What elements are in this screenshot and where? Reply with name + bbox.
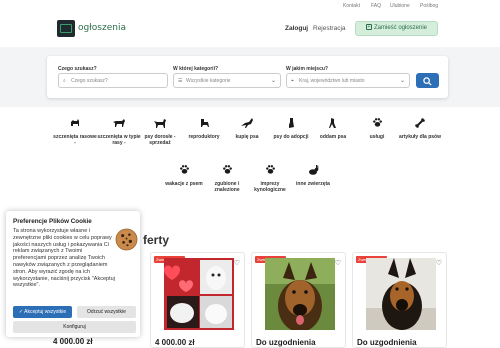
logo-icon [57, 20, 75, 37]
category-label: szczenięta rasowe - [53, 134, 97, 146]
listing-price: 4 000.00 zł [155, 338, 195, 347]
location-input[interactable]: ⌖ Kraj, województwo lub miasto ⌄ [286, 73, 410, 88]
favorites-link[interactable]: Ulubione [390, 3, 410, 9]
category-item[interactable]: usługi [355, 117, 399, 140]
category-label: inne zwierzęta [296, 181, 330, 187]
category-label: zgubione i znalezione [214, 181, 240, 193]
accept-all-label: Akceptuj wszystkie [24, 309, 67, 315]
faq-link[interactable]: FAQ [371, 3, 381, 9]
section-title: ferty [143, 233, 170, 247]
category-item[interactable]: psy dorosłe - sprzedaż [138, 117, 182, 146]
search-icon: ⌕ [63, 78, 66, 84]
listing-photo [265, 258, 335, 330]
paw-icon [248, 164, 292, 178]
dog-icon [182, 117, 226, 131]
add-listing-label: Zamieść ogłoszenie [373, 25, 428, 31]
category-item[interactable]: szczenięta w typie rasy - [97, 117, 141, 146]
accept-all-button[interactable]: ✓ Akceptuj wszystkie [13, 306, 72, 318]
category-label: W której kategorii? [173, 66, 219, 72]
site-logo[interactable]: ogłoszenia [57, 20, 126, 37]
search-icon [423, 77, 432, 86]
search-button[interactable] [416, 73, 439, 88]
list-icon: ☰ [178, 78, 183, 84]
listing-photo [366, 258, 436, 330]
search-placeholder: Czego szukasz? [71, 78, 108, 84]
category-item[interactable]: reproduktory [182, 117, 226, 140]
category-item[interactable]: artykuły dla psów [398, 117, 442, 140]
category-label: artykuły dla psów [399, 134, 441, 140]
contact-link[interactable]: Kontakt [343, 3, 360, 9]
login-link[interactable]: Zaloguj [285, 25, 308, 32]
paw-icon [355, 117, 399, 131]
chevron-down-icon: ⌄ [399, 78, 405, 84]
plus-icon: + [365, 24, 372, 31]
location-placeholder: Kraj, województwo lub miasto [299, 78, 365, 84]
dog-jump-icon [225, 117, 269, 131]
heart-icon[interactable]: ♡ [335, 259, 341, 267]
category-grid: szczenięta rasowe - szczenięta w typie r… [0, 110, 500, 210]
listing-photo [164, 258, 234, 330]
category-select[interactable]: ☰ Wszystkie kategorie ⌄ [173, 73, 281, 88]
dog-walk-icon [97, 117, 141, 131]
top-bar: Kontakt FAQ Ulubione Poślbog [0, 0, 500, 13]
heart-icon[interactable]: ♡ [436, 259, 442, 267]
listing-card[interactable]: Zweryfikowane ♡ Do uzgodnienia [251, 252, 346, 348]
category-item[interactable]: szczenięta rasowe - [53, 117, 97, 146]
chevron-down-icon: ⌄ [270, 78, 276, 84]
register-link[interactable]: Rejestracja [313, 25, 346, 32]
search-panel: Czego szukasz? ⌕ Czego szukasz? W której… [47, 56, 448, 98]
category-label: usługi [369, 134, 385, 140]
paw-icon [162, 164, 206, 178]
listing-price: Do uzgodnienia [357, 338, 417, 347]
header: ogłoszenia Zaloguj Rejestracja + Zamieść … [0, 13, 500, 47]
what-label: Czego szukasz? [58, 66, 97, 72]
cookie-icon [115, 228, 138, 251]
category-label: wakacje z psem [165, 181, 203, 187]
category-item[interactable]: kupię psa [225, 117, 269, 140]
category-item[interactable]: inne zwierzęta [291, 164, 335, 187]
dog-give-icon [311, 117, 355, 131]
category-item[interactable]: wakacje z psem [162, 164, 206, 187]
rabbit-icon [291, 164, 335, 178]
category-label: szczenięta w typie rasy - [97, 134, 141, 146]
listing-card[interactable]: Zweryfikowane ♡ 4 000.00 zł [150, 252, 245, 348]
listing-price-partial: 4 000.00 zł [53, 337, 93, 346]
paw-icon [205, 164, 249, 178]
heart-icon[interactable]: ♡ [234, 259, 240, 267]
category-label: oddam psa [319, 134, 347, 140]
cookie-consent-dialog: Preferencje Plików Cookie Ta strona wyko… [6, 211, 140, 337]
category-label: reproduktory [188, 134, 220, 140]
category-label: psy do adopcji [273, 134, 309, 140]
location-label: W jakim miejscu? [286, 66, 328, 72]
blog-link[interactable]: Poślbog [420, 3, 438, 9]
category-value: Wszystkie kategorie [186, 78, 231, 84]
listing-price: Do uzgodnienia [256, 338, 316, 347]
logo-text: ogłoszenia [78, 23, 126, 33]
dog-stand-icon [138, 117, 182, 131]
configure-button[interactable]: Konfiguruj [13, 321, 136, 333]
cookie-title: Preferencje Plików Cookie [13, 218, 92, 225]
bone-icon [398, 117, 442, 131]
dog-sit-icon [269, 117, 313, 131]
reject-all-button[interactable]: Odrzuć wszystkie [77, 306, 136, 318]
category-label: psy dorosłe - sprzedaż [144, 134, 176, 146]
category-item[interactable]: imprezy kynologiczne [248, 164, 292, 193]
category-item[interactable]: oddam psa [311, 117, 355, 140]
search-input[interactable]: ⌕ Czego szukasz? [58, 73, 168, 88]
cookie-body: Ta strona wykorzystuje własne i zewnętrz… [13, 228, 115, 289]
category-label: imprezy kynologiczne [254, 181, 286, 193]
category-label: kupię psa [235, 134, 259, 140]
puppy-icon [53, 117, 97, 131]
add-listing-button[interactable]: + Zamieść ogłoszenie [355, 21, 438, 36]
category-item[interactable]: zgubione i znalezione [205, 164, 249, 193]
listing-card[interactable]: Zweryfikowane ♡ Do uzgodnienia [352, 252, 447, 348]
category-item[interactable]: psy do adopcji [269, 117, 313, 140]
map-pin-icon: ⌖ [291, 78, 294, 84]
